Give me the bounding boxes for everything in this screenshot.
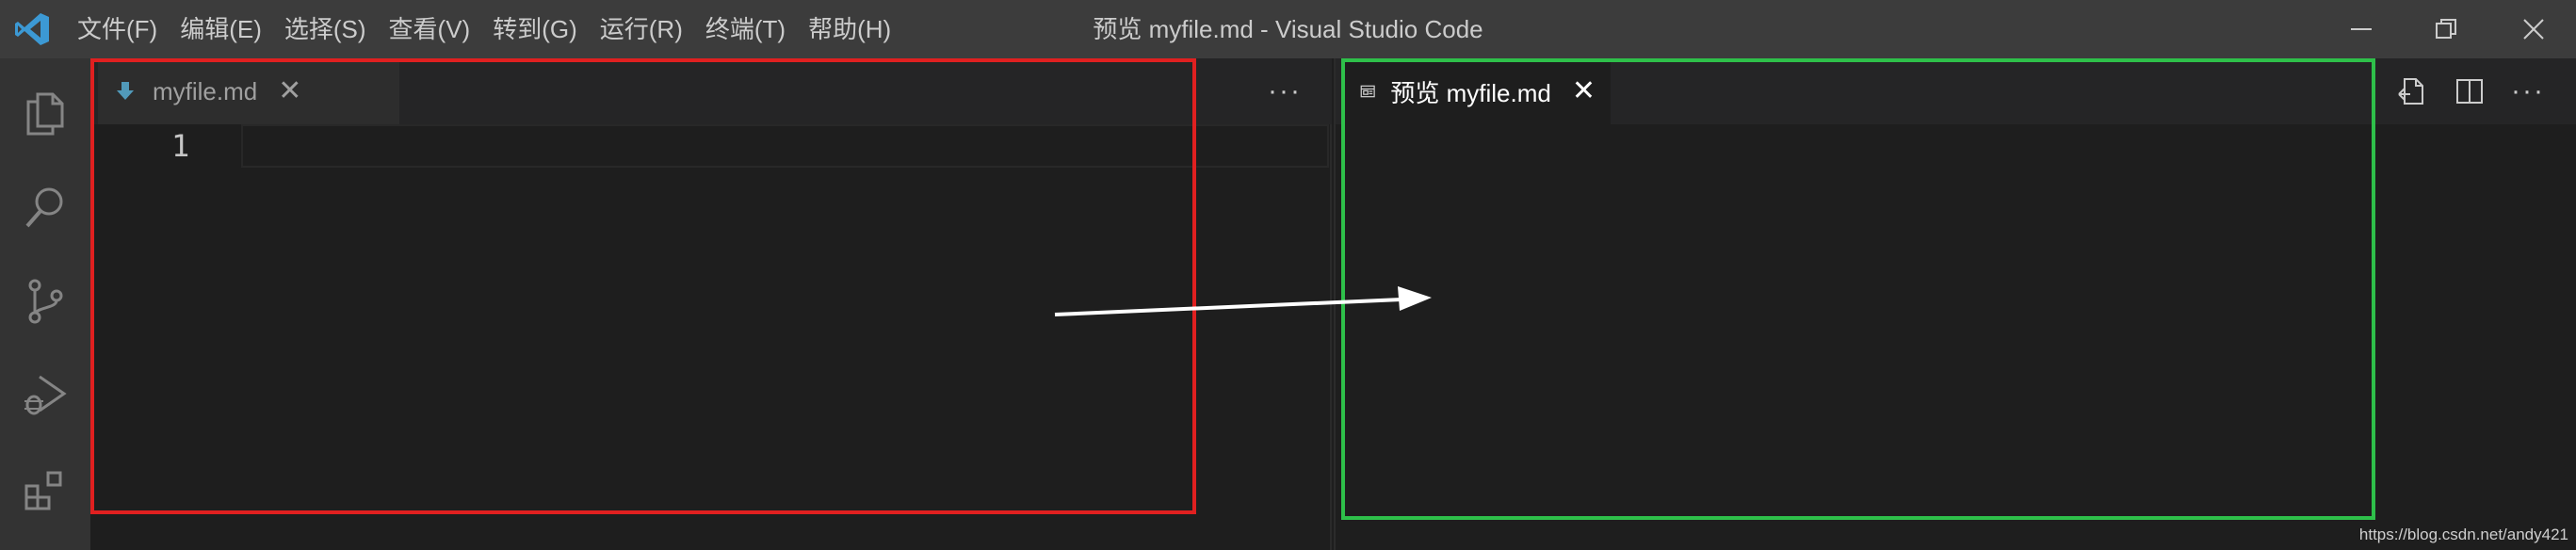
- split-editor-button[interactable]: [2443, 65, 2496, 118]
- menu-view[interactable]: 查看(V): [378, 0, 482, 58]
- menu-help[interactable]: 帮助(H): [797, 0, 902, 58]
- run-debug-button[interactable]: [0, 348, 90, 443]
- editor-current-line[interactable]: [241, 124, 1329, 168]
- open-source-button[interactable]: [2385, 65, 2438, 118]
- title-bar: 文件(F) 编辑(E) 选择(S) 查看(V) 转到(G) 运行(R) 终端(T…: [0, 0, 2576, 58]
- tab-label: 预览 myfile.md: [1390, 78, 1551, 107]
- tab-label: myfile.md: [153, 76, 258, 105]
- explorer-button[interactable]: [0, 66, 90, 160]
- menu-file[interactable]: 文件(F): [66, 0, 169, 58]
- extensions-icon: [24, 471, 62, 510]
- preview-more-actions-button[interactable]: ···: [2502, 65, 2554, 118]
- search-icon: [25, 187, 63, 228]
- markdown-file-icon: [117, 82, 134, 100]
- restore-button[interactable]: [2404, 0, 2488, 58]
- minimize-button[interactable]: [2319, 0, 2404, 58]
- menu-bar: 文件(F) 编辑(E) 选择(S) 查看(V) 转到(G) 运行(R) 终端(T…: [66, 0, 902, 58]
- menu-selection[interactable]: 选择(S): [273, 0, 378, 58]
- run-debug-icon: [24, 375, 67, 415]
- editor-group-left: myfile.md ✕ ··· 1: [90, 58, 1332, 550]
- source-control-icon: [28, 279, 63, 324]
- more-icon: ···: [1268, 75, 1302, 106]
- editor-vertical-ruler: [1330, 124, 1332, 550]
- split-editor-icon: [2456, 79, 2483, 104]
- menu-run[interactable]: 运行(R): [589, 0, 694, 58]
- close-window-button[interactable]: [2491, 0, 2576, 58]
- menu-terminal[interactable]: 终端(T): [694, 0, 797, 58]
- restore-icon: [2436, 19, 2456, 39]
- preview-tab-bar: 预览 myfile.md ✕ ···: [1336, 58, 2576, 124]
- vscode-logo-icon: [13, 11, 51, 47]
- editor-more-actions-button[interactable]: ···: [1258, 65, 1311, 118]
- more-icon: ···: [2511, 75, 2545, 106]
- menu-go[interactable]: 转到(G): [481, 0, 589, 58]
- menu-edit[interactable]: 编辑(E): [169, 0, 273, 58]
- tab-preview-myfile-md[interactable]: 预览 myfile.md ✕: [1345, 58, 1611, 124]
- source-control-button[interactable]: [0, 254, 90, 348]
- editor-group-preview: 预览 myfile.md ✕ ···: [1336, 58, 2576, 550]
- tab-myfile-md[interactable]: myfile.md ✕: [98, 58, 399, 124]
- extensions-button[interactable]: [0, 443, 90, 537]
- minimize-icon: [2351, 28, 2372, 30]
- activity-bar: [0, 58, 90, 550]
- files-icon: [26, 92, 64, 136]
- tab-close-icon[interactable]: ✕: [278, 77, 301, 105]
- tab-close-icon[interactable]: ✕: [1572, 77, 1596, 105]
- preview-icon: [1360, 85, 1375, 98]
- search-button[interactable]: [0, 160, 90, 254]
- close-icon: [2523, 19, 2544, 40]
- open-source-file-icon: [2398, 78, 2423, 105]
- watermark: https://blog.csdn.net/andy421: [2358, 526, 2568, 543]
- line-number: 1: [171, 128, 190, 164]
- editor-tab-bar: myfile.md ✕ ···: [90, 58, 1332, 124]
